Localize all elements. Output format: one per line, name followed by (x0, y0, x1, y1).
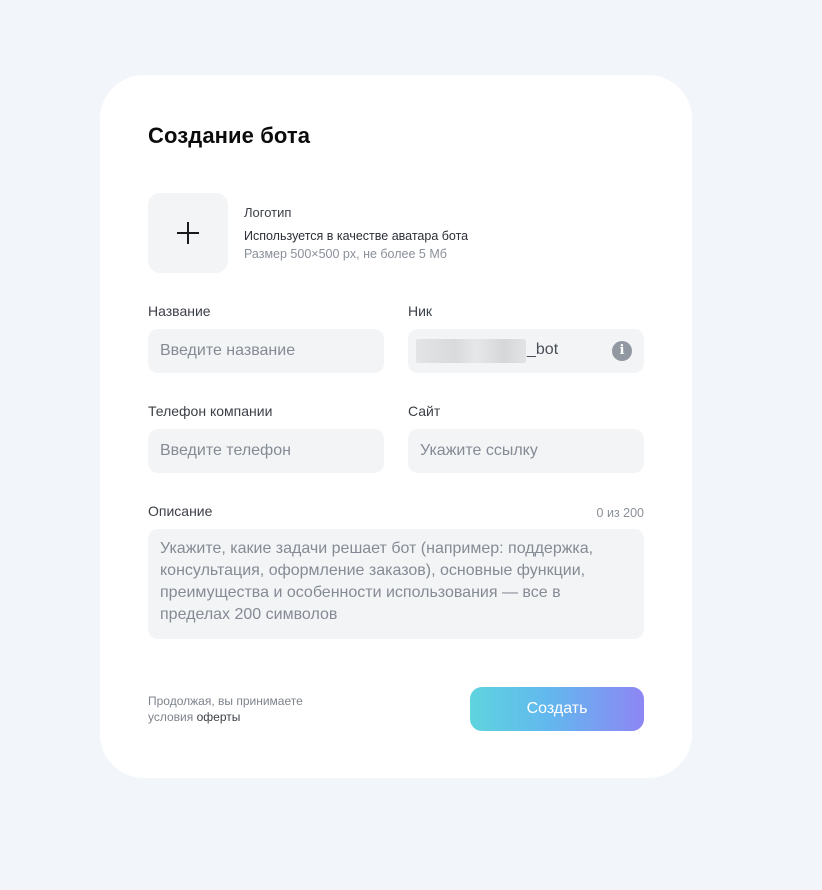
nick-label: Ник (408, 303, 433, 319)
info-icon[interactable]: i (612, 341, 632, 361)
name-label: Название (148, 303, 211, 319)
terms-text: Продолжая, вы принимаете условия оферты (148, 693, 303, 725)
phone-field-wrapper (148, 429, 384, 473)
phone-input[interactable] (148, 429, 384, 473)
logo-hint: Размер 500×500 px, не более 5 Мб (244, 247, 447, 261)
nick-suffix: _bot (527, 341, 559, 358)
phone-label: Телефон компании (148, 403, 273, 419)
plus-icon (177, 222, 199, 244)
description-label: Описание (148, 503, 213, 519)
terms-prefix: Продолжая, вы принимаете (148, 694, 303, 708)
create-bot-card: Создание бота Логотип Используется в кач… (100, 75, 692, 778)
logo-upload-button[interactable] (148, 193, 228, 273)
name-field-wrapper (148, 329, 384, 373)
description-textarea[interactable]: Укажите, какие задачи решает бот (наприм… (148, 529, 644, 639)
name-input[interactable] (148, 329, 384, 373)
site-label: Сайт (408, 403, 441, 419)
create-button[interactable]: Создать (470, 687, 644, 731)
nick-redacted-value (416, 339, 526, 363)
site-input[interactable] (408, 429, 644, 473)
description-counter: 0 из 200 (596, 506, 644, 520)
site-field-wrapper (408, 429, 644, 473)
nick-field[interactable]: _bot i (408, 329, 644, 373)
page-title: Создание бота (148, 123, 311, 148)
logo-title: Логотип (244, 205, 292, 220)
offer-link[interactable]: оферты (197, 710, 241, 724)
logo-description: Используется в качестве аватара бота (244, 229, 469, 243)
terms-line-2: условия оферты (148, 709, 303, 725)
terms-prefix-2: условия (148, 710, 194, 724)
